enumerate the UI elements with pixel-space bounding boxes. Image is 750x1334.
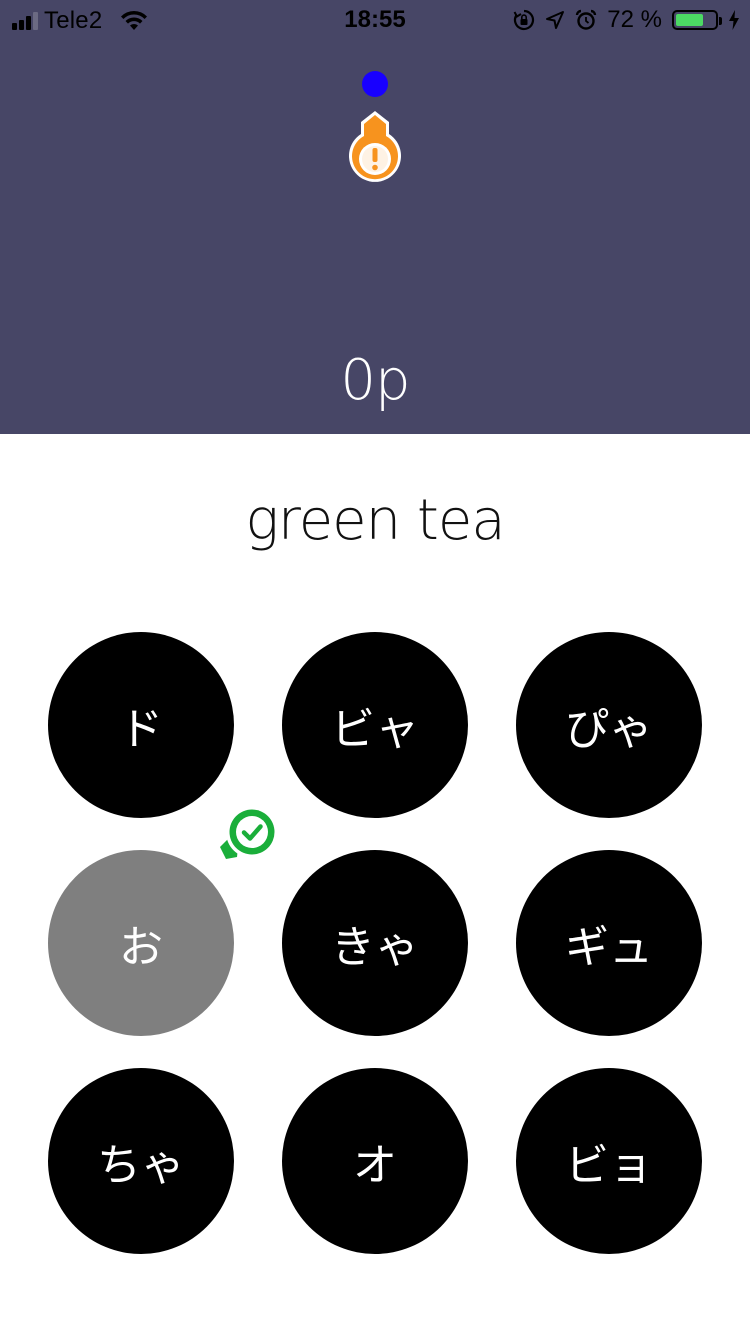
orientation-lock-icon bbox=[513, 9, 535, 31]
header-panel: Tele2 18:55 72 % 0p bbox=[0, 0, 750, 434]
choice-button[interactable]: ちゃ bbox=[48, 1068, 234, 1254]
status-bar: Tele2 18:55 72 % bbox=[0, 0, 750, 40]
choice-label: ド bbox=[119, 704, 163, 755]
choice-button[interactable]: きゃ bbox=[282, 850, 468, 1036]
choice-button[interactable]: ビャ bbox=[282, 632, 468, 818]
location-arrow-icon bbox=[546, 11, 565, 29]
warning-marker-icon bbox=[349, 111, 401, 182]
correct-check-marker-icon bbox=[217, 806, 278, 862]
battery-percent: 72 % bbox=[607, 6, 662, 33]
choice-button[interactable]: ド bbox=[48, 632, 234, 818]
choice-label: オ bbox=[353, 1140, 397, 1191]
choice-button[interactable]: オ bbox=[282, 1068, 468, 1254]
choice-button[interactable]: ギュ bbox=[516, 850, 702, 1036]
choice-label: お bbox=[119, 922, 163, 973]
prompt-word: green tea bbox=[245, 488, 505, 553]
choice-button[interactable]: ぴゃ bbox=[516, 632, 702, 818]
battery-fill bbox=[676, 14, 704, 26]
choice-label: ぴゃ bbox=[565, 704, 653, 755]
alarm-icon bbox=[576, 9, 597, 30]
choice-label: きゃ bbox=[331, 922, 419, 973]
choice-label: ギュ bbox=[565, 922, 653, 973]
battery-icon bbox=[672, 10, 722, 30]
choice-label: ビャ bbox=[331, 704, 419, 755]
charging-bolt-icon bbox=[729, 10, 739, 30]
blue-dot-icon bbox=[362, 71, 388, 97]
score-label: 0p bbox=[340, 348, 410, 413]
status-right: 72 % bbox=[513, 6, 740, 34]
choice-button[interactable]: ビョ bbox=[516, 1068, 702, 1254]
choice-label: ビョ bbox=[565, 1140, 653, 1191]
choice-button[interactable]: お bbox=[48, 850, 234, 1036]
choice-label: ちゃ bbox=[97, 1140, 185, 1191]
